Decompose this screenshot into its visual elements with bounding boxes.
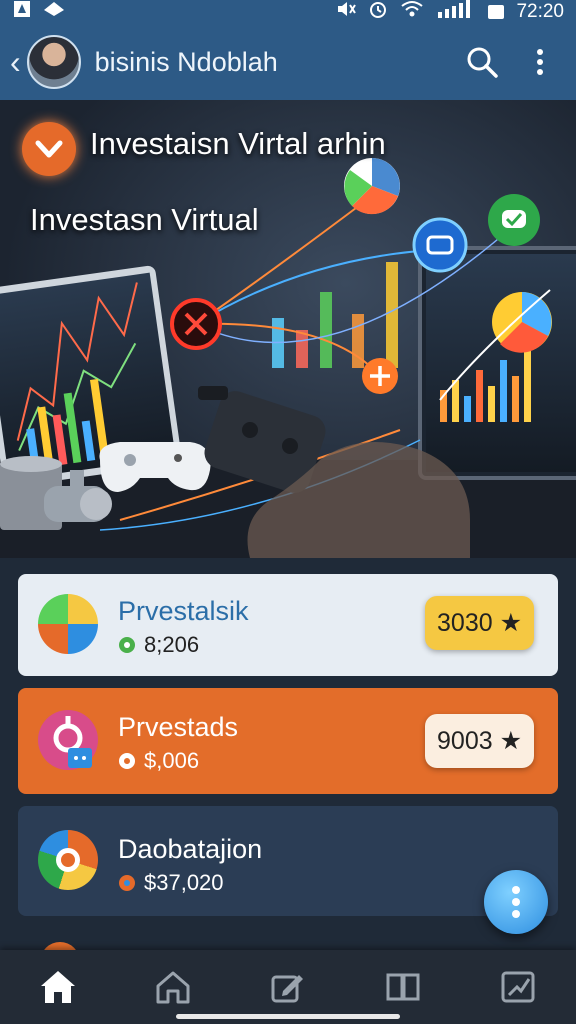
list-item[interactable]: Prvestalsik 8;206 3030 ★	[18, 574, 558, 676]
maps-icon	[38, 830, 98, 890]
notification-icon	[12, 0, 32, 24]
status-time: 72:20	[516, 1, 564, 22]
chevron-left-icon[interactable]: ‹	[10, 46, 21, 78]
more-vert-icon	[512, 886, 520, 918]
alarm-icon	[368, 0, 388, 24]
nav-house[interactable]	[149, 963, 197, 1011]
card-title: Prvestalsik	[118, 596, 249, 626]
nav-chart[interactable]	[494, 963, 542, 1011]
card-title: Prvestads	[118, 712, 239, 742]
chevron-down-circle-icon[interactable]	[22, 122, 76, 176]
rating-badge[interactable]: 9003 ★	[425, 714, 534, 768]
app-icon	[42, 0, 66, 24]
search-icon[interactable]	[462, 42, 502, 82]
more-vert-icon[interactable]	[520, 42, 560, 82]
book-icon	[386, 973, 420, 1001]
card-value: $37,020	[118, 870, 224, 896]
coin-icon	[119, 875, 135, 891]
app-title: bisinis Ndoblah	[94, 46, 278, 77]
hero-banner: Investaisn Virtal arhin Investasn Virtua…	[0, 100, 576, 558]
nav-home[interactable]	[34, 963, 82, 1011]
location-pin-icon	[38, 710, 98, 770]
signal-icon	[436, 0, 476, 24]
status-bar: 72:20	[0, 0, 576, 24]
card-value: $,006	[118, 748, 199, 774]
rating-badge[interactable]: 3030 ★	[425, 596, 534, 650]
nav-book[interactable]	[379, 963, 427, 1011]
more-options-fab[interactable]	[484, 870, 548, 934]
house-icon	[156, 971, 190, 1004]
status-left-icons	[12, 0, 66, 24]
coin-icon	[119, 753, 135, 769]
hero-subtitle: Investasn Virtual	[30, 202, 259, 237]
app-bar: ‹ bisinis Ndoblah	[0, 24, 576, 100]
edit-icon	[271, 975, 303, 1003]
coin-icon	[119, 637, 135, 653]
card-title: Daobatajion	[118, 834, 263, 864]
chart-icon	[501, 971, 535, 1003]
home-indicator[interactable]	[176, 1014, 400, 1019]
card-value-text: 8;206	[144, 632, 200, 657]
card-value-text: $37,020	[144, 870, 224, 895]
status-right-icons: 72:20	[336, 0, 564, 24]
mute-icon	[336, 0, 357, 24]
hero-illustration	[0, 158, 576, 558]
home-icon	[40, 971, 75, 1003]
app-logo-icon	[38, 594, 98, 654]
card-value-text: $,006	[144, 748, 200, 773]
avatar[interactable]	[26, 35, 81, 89]
nav-edit[interactable]	[264, 963, 312, 1011]
hero-title: Investaisn Virtal arhin	[90, 126, 386, 161]
list-item[interactable]: Prvestads $,006 9003 ★	[18, 688, 558, 794]
wifi-icon	[400, 0, 424, 24]
battery-icon	[488, 5, 505, 19]
list-item[interactable]: Daobatajion $37,020	[18, 806, 558, 916]
bottom-nav	[0, 950, 576, 1024]
card-value: 8;206	[118, 632, 199, 658]
